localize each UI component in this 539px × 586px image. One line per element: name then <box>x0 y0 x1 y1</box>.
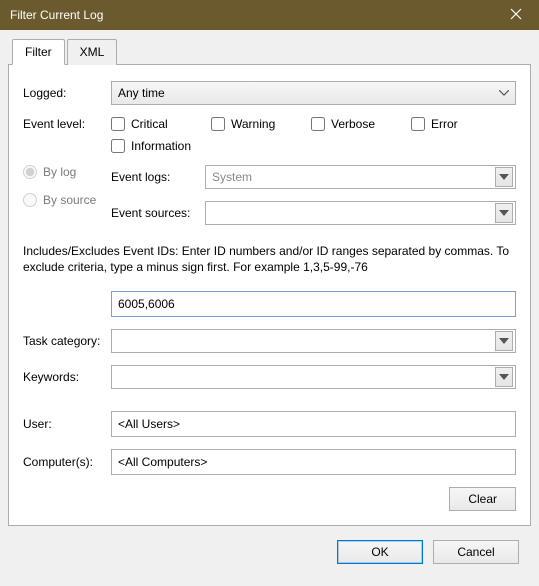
chevron-down-icon <box>495 203 513 223</box>
tab-xml[interactable]: XML <box>67 39 118 65</box>
bysource-radio[interactable]: By source <box>23 193 111 207</box>
logged-label: Logged: <box>23 86 111 100</box>
eventid-input[interactable] <box>111 291 516 317</box>
close-button[interactable] <box>493 0 539 30</box>
cancel-button[interactable]: Cancel <box>433 540 519 564</box>
chevron-down-icon <box>495 167 513 187</box>
eventsources-dropdown[interactable] <box>205 201 516 225</box>
eventlogs-dropdown[interactable]: System <box>205 165 516 189</box>
computers-input[interactable] <box>111 449 516 475</box>
chevron-down-icon <box>495 367 513 387</box>
taskcategory-dropdown[interactable] <box>111 329 516 353</box>
tab-filter[interactable]: Filter <box>12 39 65 65</box>
close-icon <box>510 8 522 23</box>
clear-button[interactable]: Clear <box>449 487 516 511</box>
chevron-down-icon <box>495 83 513 103</box>
tab-strip: Filter XML <box>8 38 531 65</box>
eventlevel-group: Critical Warning Verbose Error Informati… <box>111 117 516 153</box>
chevron-down-icon <box>495 331 513 351</box>
error-checkbox[interactable]: Error <box>411 117 511 131</box>
eventsources-label: Event sources: <box>111 206 205 220</box>
ok-button[interactable]: OK <box>337 540 423 564</box>
user-input[interactable] <box>111 411 516 437</box>
warning-checkbox[interactable]: Warning <box>211 117 311 131</box>
taskcategory-label: Task category: <box>23 334 111 348</box>
verbose-checkbox[interactable]: Verbose <box>311 117 411 131</box>
information-checkbox[interactable]: Information <box>111 139 231 153</box>
keywords-dropdown[interactable] <box>111 365 516 389</box>
eventlogs-label: Event logs: <box>111 170 205 184</box>
filter-panel: Logged: Any time Event level: Critical W… <box>8 65 531 526</box>
computers-label: Computer(s): <box>23 455 111 469</box>
titlebar: Filter Current Log <box>0 0 539 30</box>
bylog-radio[interactable]: By log <box>23 165 111 179</box>
logged-dropdown[interactable]: Any time <box>111 81 516 105</box>
user-label: User: <box>23 417 111 431</box>
window-title: Filter Current Log <box>10 8 493 22</box>
keywords-label: Keywords: <box>23 370 111 384</box>
logged-value: Any time <box>118 86 165 100</box>
critical-checkbox[interactable]: Critical <box>111 117 211 131</box>
eventid-instructions: Includes/Excludes Event IDs: Enter ID nu… <box>23 243 516 275</box>
window-body: Filter XML Logged: Any time Event level:… <box>0 30 539 586</box>
dialog-footer: OK Cancel <box>8 526 531 578</box>
eventlogs-value: System <box>212 170 252 184</box>
eventlevel-label: Event level: <box>23 117 111 131</box>
